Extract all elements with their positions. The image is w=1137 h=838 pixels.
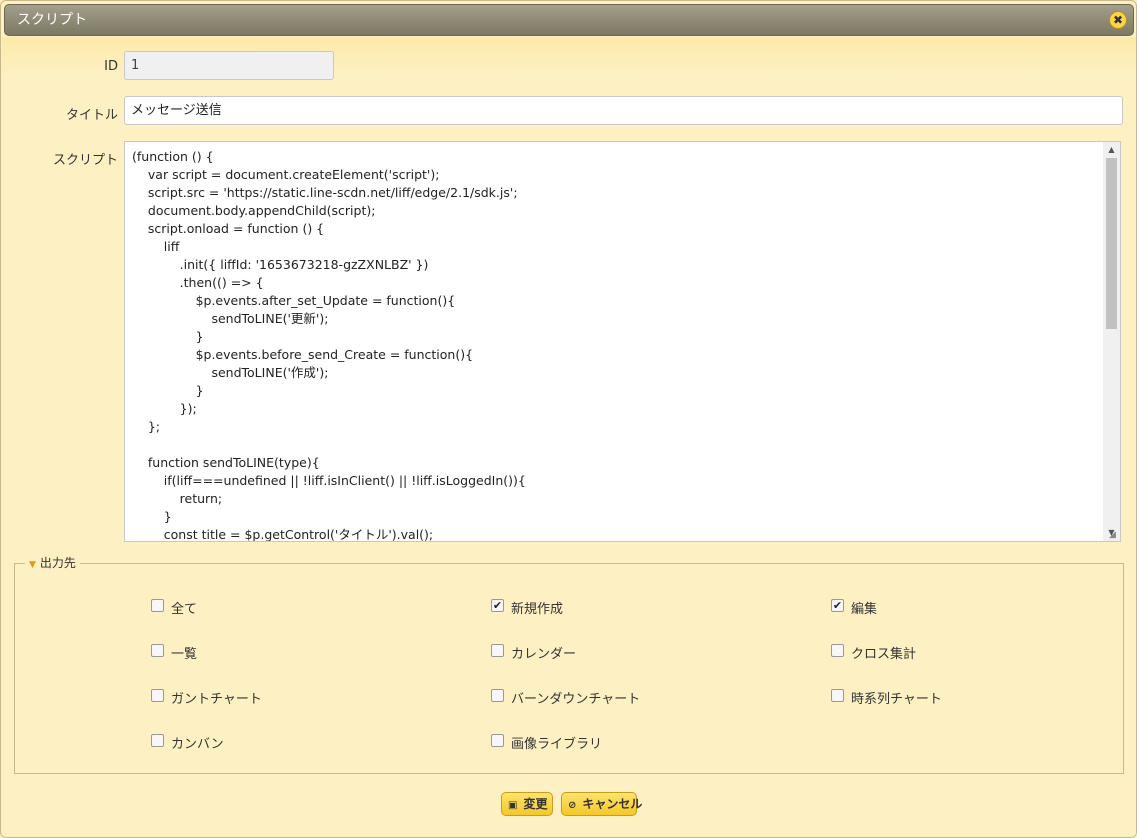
cancel-circle-icon: ⊘ — [568, 800, 577, 811]
output-option-label: 画像ライブラリ — [511, 737, 603, 752]
output-checkbox[interactable] — [831, 689, 844, 702]
output-checkbox[interactable] — [151, 644, 164, 657]
id-field[interactable]: 1 — [124, 51, 334, 80]
output-option-label: ガントチャート — [171, 692, 262, 707]
dialog-content: ID 1 タイトル メッセージ送信 スクリプト (function () { v… — [2, 37, 1136, 837]
output-checkbox[interactable]: ✔ — [491, 599, 504, 612]
script-line: .init({ liffId: '1653673218-gzZXNLBZ' }) — [132, 257, 429, 272]
output-checkbox[interactable] — [491, 644, 504, 657]
script-line: script.src = 'https://static.line-scdn.n… — [132, 185, 518, 200]
collapse-triangle-icon[interactable]: ▼ — [29, 560, 36, 570]
dialog-title: スクリプト — [17, 12, 87, 28]
output-option-label: 一覧 — [171, 647, 198, 662]
script-line: $p.events.after_set_Update = function(){ — [132, 293, 456, 308]
id-label: ID — [104, 59, 118, 74]
script-line: document.body.appendChild(script); — [132, 203, 376, 218]
resize-grip-icon[interactable]: ◢ — [1109, 530, 1119, 540]
script-line: }; — [132, 419, 161, 434]
output-checkbox[interactable] — [151, 689, 164, 702]
script-line — [132, 436, 1102, 454]
script-line: var script = document.createElement('scr… — [132, 167, 440, 182]
output-fieldset: ▼ 出力先 全て ✔ 新規作成 ✔ 編集一覧 カレンダー クロス集計ガントチャート バーンダウン… — [14, 556, 1124, 774]
output-legend-label: 出力先 — [39, 556, 76, 570]
cancel-button-label: キャンセル — [582, 797, 643, 811]
script-textarea[interactable]: (function () { var script = document.cre… — [124, 141, 1121, 542]
script-dialog: スクリプト ✖ ID 1 タイトル メッセージ送信 スクリプト (functio… — [0, 0, 1137, 838]
output-checkbox[interactable] — [151, 599, 164, 612]
output-checkbox[interactable] — [831, 644, 844, 657]
script-line: .then(() => { — [132, 275, 264, 290]
save-button-label: 変更 — [523, 797, 548, 811]
output-option-label: カレンダー — [511, 647, 577, 662]
output-legend[interactable]: ▼ 出力先 — [25, 556, 80, 572]
cancel-button[interactable]: ⊘ キャンセル — [561, 792, 642, 816]
floppy-disk-icon: ▣ — [508, 800, 518, 811]
script-line: $p.events.before_send_Create = function(… — [132, 347, 474, 362]
script-line: liff — [132, 239, 180, 254]
script-line: } — [132, 509, 172, 524]
scroll-up-arrow-icon[interactable]: ▲ — [1103, 142, 1120, 158]
output-option-label: 編集 — [851, 602, 878, 617]
output-option-label: 新規作成 — [511, 602, 564, 617]
script-code[interactable]: (function () { var script = document.cre… — [132, 148, 1102, 542]
close-icon[interactable]: ✖ — [1109, 11, 1127, 29]
script-line: const title = $p.getControl('タイトル').val(… — [132, 527, 434, 542]
script-line: (function () { — [132, 149, 214, 164]
output-option-label: 全て — [171, 602, 198, 617]
script-line: function sendToLINE(type){ — [132, 455, 320, 470]
scroll-thumb[interactable] — [1106, 158, 1117, 329]
script-line: sendToLINE('作成'); — [132, 365, 329, 380]
output-option-label: カンバン — [171, 737, 224, 752]
script-line: }); — [132, 401, 197, 416]
script-line: } — [132, 329, 204, 344]
output-option-label: バーンダウンチャート — [511, 692, 641, 707]
title-label: タイトル — [65, 108, 118, 123]
title-field[interactable]: メッセージ送信 — [124, 96, 1123, 125]
save-button[interactable]: ▣ 変更 — [501, 792, 553, 816]
script-label: スクリプト — [52, 153, 118, 168]
script-line: return; — [132, 491, 223, 506]
script-scrollbar[interactable]: ▲ ▼ — [1103, 142, 1120, 541]
script-line: if(liff===undefined || !liff.isInClient(… — [132, 473, 526, 488]
output-checkbox[interactable]: ✔ — [831, 599, 844, 612]
script-line: sendToLINE('更新'); — [132, 311, 329, 326]
output-option-label: クロス集計 — [851, 647, 917, 662]
output-checkbox[interactable] — [491, 689, 504, 702]
dialog-titlebar[interactable]: スクリプト ✖ — [4, 4, 1134, 36]
script-line: script.onload = function () { — [132, 221, 325, 236]
script-line: } — [132, 383, 204, 398]
output-checkbox[interactable] — [491, 734, 504, 747]
output-option-label: 時系列チャート — [851, 692, 942, 707]
output-checkbox[interactable] — [151, 734, 164, 747]
